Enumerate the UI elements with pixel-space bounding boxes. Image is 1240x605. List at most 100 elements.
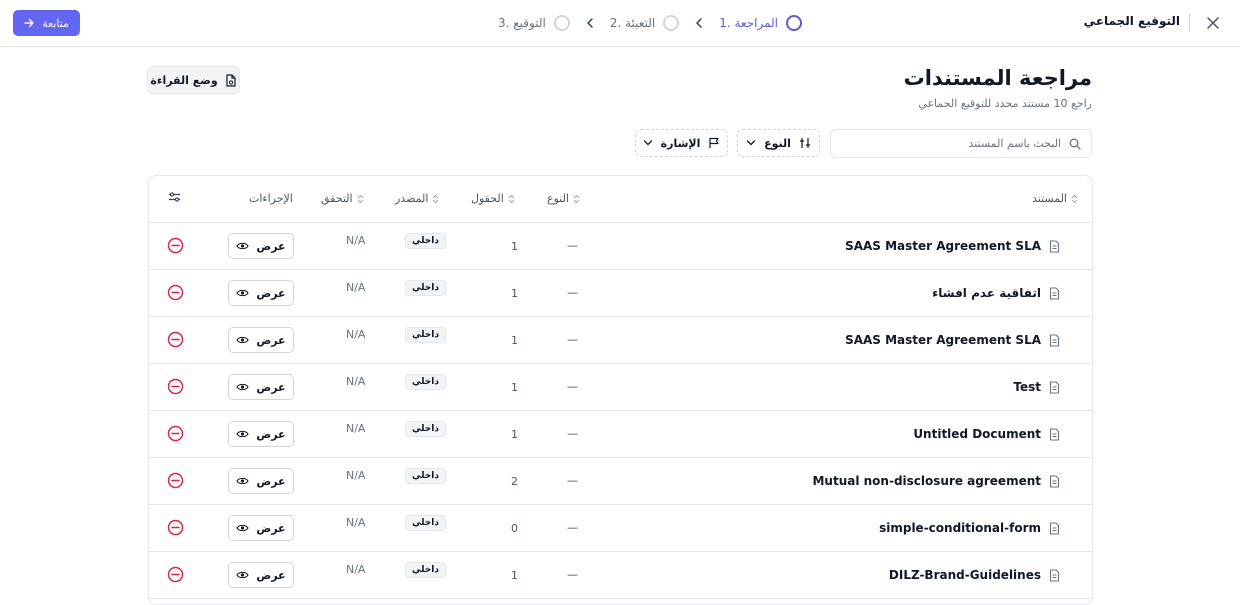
fields-cell: 1 [511, 381, 518, 394]
search-input[interactable] [841, 137, 1061, 150]
title-divider [1189, 14, 1190, 32]
document-name-cell[interactable]: Untitled Document [913, 427, 1060, 441]
step-label: 3. التوقيع [498, 16, 546, 30]
reading-mode-button[interactable]: وضع القراءة [147, 66, 240, 94]
page-title: مراجعة المستندات [903, 66, 1092, 90]
step-sign[interactable]: 3. التوقيع [498, 15, 570, 31]
view-label: عرض [256, 427, 286, 441]
chevron-left-icon [586, 18, 594, 28]
view-label: عرض [256, 239, 286, 253]
eye-icon [236, 335, 250, 345]
column-label: الإجراءات [249, 192, 293, 205]
app-title: التوقيع الجماعي [1083, 14, 1180, 28]
document-name-cell[interactable]: Mutual non-disclosure agreement [812, 474, 1060, 488]
fields-cell: 1 [511, 334, 518, 347]
document-reading-icon [225, 73, 237, 87]
fields-cell: 1 [511, 428, 518, 441]
continue-label: متابعة [42, 16, 69, 30]
top-bar: التوقيع الجماعي 1. المراجعة 2. التعبئة 3… [0, 0, 1240, 47]
eye-icon [236, 241, 250, 251]
document-name-cell[interactable]: اتفاقية عدم افشاء [932, 286, 1060, 300]
column-header-verification[interactable]: التحقق [321, 192, 364, 205]
source-badge: داخلي [405, 374, 446, 390]
document-name: SAAS Master Agreement SLA [845, 333, 1041, 347]
view-button[interactable]: عرض [228, 233, 294, 259]
flag-icon [708, 137, 720, 149]
source-badge: داخلي [405, 233, 446, 249]
remove-circle-icon[interactable] [167, 378, 184, 395]
close-icon [1207, 17, 1219, 29]
verification-cell: N/A [346, 469, 366, 482]
signature-filter-label: الإشارة [660, 136, 701, 150]
chevron-down-icon [643, 139, 653, 147]
view-label: عرض [256, 380, 286, 394]
table-header: المستند النوع الحقول المصدر التحقق الإجر… [149, 176, 1092, 223]
verification-cell: N/A [346, 328, 366, 341]
view-label: عرض [256, 333, 286, 347]
fields-cell: 1 [511, 240, 518, 253]
document-icon [1049, 380, 1060, 394]
view-button[interactable]: عرض [228, 562, 294, 588]
document-name-cell[interactable]: SAAS Master Agreement SLA [845, 333, 1060, 347]
view-button[interactable]: عرض [228, 327, 294, 353]
chevron-down-icon [746, 139, 756, 147]
signature-filter-button[interactable]: الإشارة [635, 129, 728, 157]
fields-cell: 0 [511, 522, 518, 535]
documents-table: المستند النوع الحقول المصدر التحقق الإجر… [148, 175, 1093, 605]
stepper: 1. المراجعة 2. التعبئة 3. التوقيع [440, 12, 802, 34]
step-label: 1. المراجعة [719, 16, 778, 30]
step-indicator-icon [663, 15, 680, 31]
view-label: عرض [256, 286, 286, 300]
column-header-fields[interactable]: الحقول [471, 192, 515, 205]
column-header-type[interactable]: النوع [547, 192, 580, 205]
view-label: عرض [256, 568, 286, 582]
column-header-actions: الإجراءات [249, 192, 293, 205]
step-fill[interactable]: 2. التعبئة [609, 15, 680, 31]
document-icon [1049, 427, 1060, 441]
document-icon [1049, 521, 1060, 535]
document-name: SAAS Master Agreement SLA [845, 239, 1041, 253]
search-icon [1069, 138, 1081, 150]
sort-icon [573, 194, 580, 204]
close-button[interactable] [1204, 14, 1222, 32]
document-name-cell[interactable]: SAAS Master Agreement SLA [845, 239, 1060, 253]
remove-circle-icon[interactable] [167, 425, 184, 442]
eye-icon [236, 382, 250, 392]
remove-circle-icon[interactable] [167, 519, 184, 536]
document-icon [1049, 474, 1060, 488]
type-filter-button[interactable]: النوع [737, 129, 820, 157]
column-header-source[interactable]: المصدر [395, 192, 439, 205]
remove-circle-icon[interactable] [167, 472, 184, 489]
table-row: Untitled Document — 1 داخلي N/A عرض [149, 411, 1092, 458]
reading-mode-label: وضع القراءة [150, 73, 218, 87]
type-cell: — [567, 286, 578, 299]
view-button[interactable]: عرض [228, 468, 294, 494]
view-button[interactable]: عرض [228, 421, 294, 447]
eye-icon [236, 288, 250, 298]
document-name-cell[interactable]: Test [1013, 380, 1060, 394]
verification-cell: N/A [346, 422, 366, 435]
arrow-right-icon [24, 18, 34, 28]
remove-circle-icon[interactable] [167, 237, 184, 254]
column-header-document[interactable]: المستند [1032, 192, 1078, 205]
continue-button[interactable]: متابعة [13, 10, 80, 36]
view-button[interactable]: عرض [228, 280, 294, 306]
column-settings-button[interactable] [168, 191, 181, 203]
document-name-cell[interactable]: DILZ-Brand-Guidelines [889, 568, 1060, 582]
source-badge: داخلي [405, 468, 446, 484]
step-review[interactable]: 1. المراجعة [719, 15, 802, 31]
table-row: SAAS Master Agreement SLA — 1 داخلي N/A عرض [149, 223, 1092, 270]
step-label: 2. التعبئة [609, 16, 656, 30]
document-name: Test [1013, 380, 1041, 394]
source-badge: داخلي [405, 280, 446, 296]
document-name-cell[interactable]: simple-conditional-form [879, 521, 1060, 535]
remove-circle-icon[interactable] [167, 284, 184, 301]
step-indicator-icon [786, 15, 802, 31]
source-badge: داخلي [405, 421, 446, 437]
document-icon [1049, 568, 1060, 582]
type-cell: — [567, 239, 578, 252]
remove-circle-icon[interactable] [167, 331, 184, 348]
view-button[interactable]: عرض [228, 515, 294, 541]
view-button[interactable]: عرض [228, 374, 294, 400]
remove-circle-icon[interactable] [167, 566, 184, 583]
